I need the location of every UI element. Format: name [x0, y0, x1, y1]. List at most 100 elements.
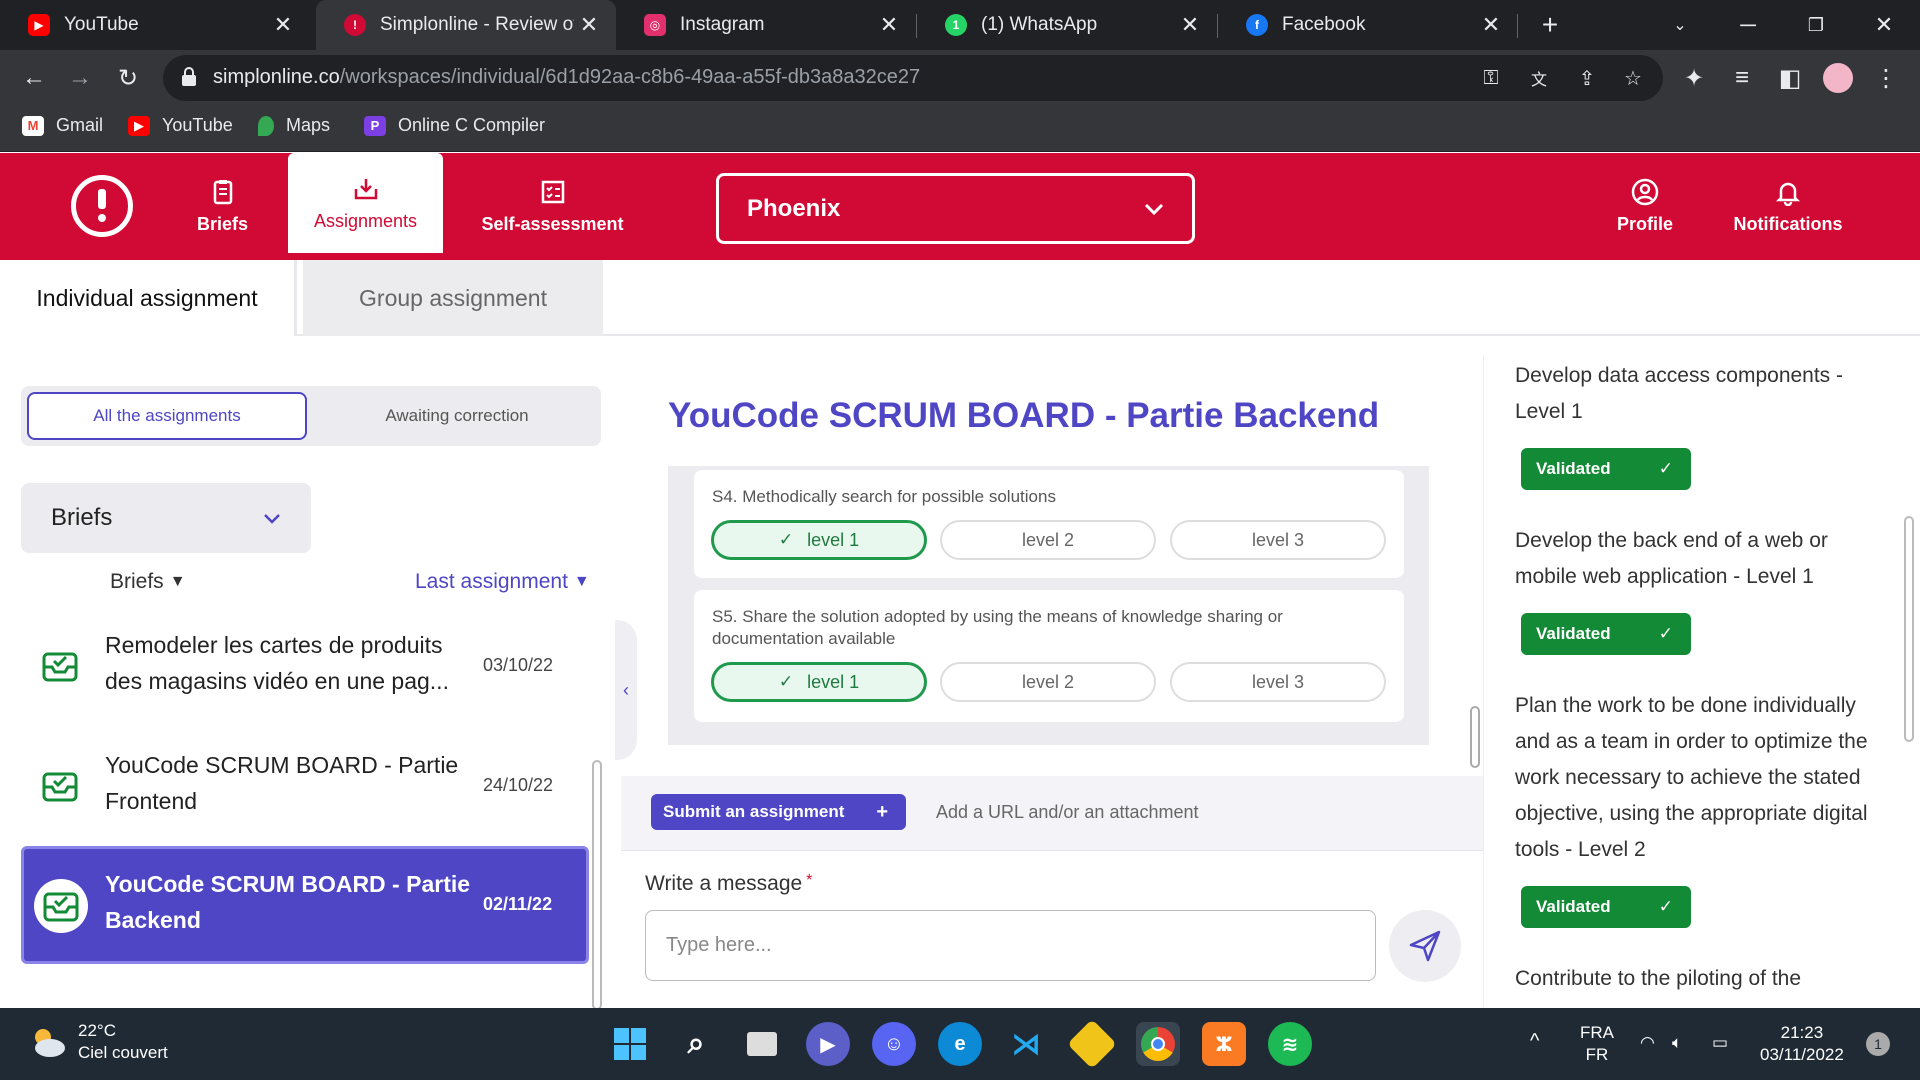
level-1-option[interactable]: ✓ level 1	[711, 662, 927, 702]
promotion-select[interactable]: Phoenix	[716, 173, 1195, 244]
clipboard-icon	[213, 180, 232, 205]
bookmark-maps[interactable]: Maps	[258, 115, 330, 136]
bookmark-online-c-compiler[interactable]: P Online C Compiler	[364, 115, 545, 136]
tab-search-icon[interactable]: ⌄	[1650, 0, 1710, 50]
close-tab-icon[interactable]: ✕	[1476, 12, 1506, 38]
simplonline-logo[interactable]	[71, 175, 133, 237]
notification-count-badge[interactable]: 1	[1866, 1032, 1890, 1056]
level-2-option[interactable]: level 2	[940, 520, 1156, 560]
list-item[interactable]: YouCode SCRUM BOARD - Partie Frontend 24…	[21, 727, 589, 845]
language-indicator[interactable]: FRA FR	[1580, 1022, 1614, 1066]
close-window-icon[interactable]: ✕	[1854, 0, 1914, 50]
back-icon[interactable]: ←	[14, 58, 54, 98]
chrome-icon[interactable]	[1136, 1022, 1180, 1066]
share-icon[interactable]: ⇪	[1569, 63, 1605, 93]
chevron-up-icon[interactable]: ^	[1530, 1030, 1539, 1052]
wifi-icon[interactable]: ◠	[1640, 1032, 1655, 1054]
skill-text: Develop the back end of a web or mobile …	[1515, 529, 1828, 588]
skill-text: Plan the work to be done individually an…	[1515, 694, 1868, 861]
list-item[interactable]: Remodeler les cartes de produits des mag…	[21, 607, 589, 725]
search-icon[interactable]: ⌕	[674, 1022, 718, 1066]
level-2-option[interactable]: level 2	[940, 662, 1156, 702]
message-input[interactable]	[645, 910, 1376, 981]
submit-assignment-button[interactable]: Submit an assignment +	[651, 794, 906, 830]
collapse-panel-button[interactable]: ‹	[615, 620, 637, 760]
taskbar: 22°C Ciel couvert ⌕ ▶ ☺ e ⋊ ⵣ ≋ ^ FRA FR …	[0, 1008, 1920, 1080]
check-icon: ✓	[1658, 459, 1673, 478]
bookmarks-bar: M Gmail ▶ YouTube Maps P Online C Compil…	[0, 106, 1920, 152]
browser-tab-whatsapp[interactable]: 1 (1) WhatsApp ✕	[917, 0, 1217, 50]
filter-all-assignments[interactable]: All the assignments	[27, 392, 307, 440]
criterion-card: S5. Share the solution adopted by using …	[694, 590, 1404, 722]
reload-icon[interactable]: ↻	[108, 58, 148, 98]
spotify-icon[interactable]: ≋	[1268, 1022, 1312, 1066]
send-button[interactable]	[1389, 910, 1461, 982]
windows-start-icon[interactable]	[608, 1022, 652, 1066]
sort-last-assignment[interactable]: Last assignment ▼	[415, 570, 590, 594]
level-3-option[interactable]: level 3	[1170, 662, 1386, 702]
list-item-selected[interactable]: YouCode SCRUM BOARD - Partie Backend 02/…	[21, 846, 589, 964]
minimize-icon[interactable]: ─	[1718, 0, 1778, 50]
address-bar[interactable]: simplonline.co/workspaces/individual/6d1…	[163, 55, 1663, 101]
task-view-icon[interactable]	[740, 1022, 784, 1066]
avatar[interactable]	[1818, 58, 1858, 98]
new-tab-icon[interactable]: +	[1520, 0, 1580, 50]
scrollbar[interactable]	[1904, 516, 1914, 742]
assignment-inbox-icon	[42, 772, 78, 802]
extensions-icon[interactable]: ✦	[1674, 58, 1714, 98]
facebook-icon: f	[1246, 14, 1268, 36]
nav-profile[interactable]: Profile	[1612, 153, 1678, 260]
send-icon	[1409, 930, 1441, 962]
reading-list-icon[interactable]: ≡	[1722, 58, 1762, 98]
close-tab-icon[interactable]: ✕	[874, 12, 904, 38]
key-icon[interactable]: ⚿	[1473, 63, 1509, 93]
scrollbar[interactable]	[1470, 706, 1480, 768]
forward-icon[interactable]: →	[60, 58, 100, 98]
brief-title: YouCode SCRUM BOARD - Partie Backend	[668, 396, 1380, 435]
clock[interactable]: 21:23 03/11/2022	[1760, 1022, 1844, 1066]
restore-icon[interactable]: ❐	[1786, 0, 1846, 50]
translate-icon[interactable]: 文	[1521, 63, 1557, 93]
bookmark-star-icon[interactable]: ☆	[1615, 63, 1651, 93]
nav-briefs[interactable]: Briefs	[180, 153, 265, 260]
browser-tab-instagram[interactable]: ◎ Instagram ✕	[616, 0, 916, 50]
close-tab-icon[interactable]: ✕	[574, 12, 604, 38]
simplonline-icon: !	[344, 14, 366, 36]
nav-assignments[interactable]: Assignments	[288, 153, 443, 253]
battery-icon[interactable]: ▭	[1712, 1032, 1728, 1054]
side-panel-icon[interactable]: ◧	[1770, 58, 1810, 98]
edge-icon[interactable]: e	[938, 1022, 982, 1066]
browser-tab-youtube[interactable]: ▶ YouTube ✕	[0, 0, 310, 50]
weather-widget[interactable]: 22°C Ciel couvert	[28, 1020, 168, 1064]
nav-self-assessment[interactable]: Self-assessment	[480, 153, 625, 260]
volume-icon[interactable]: 🔈︎	[1672, 1032, 1682, 1054]
level-1-option[interactable]: ✓ level 1	[711, 520, 927, 560]
teams-chat-icon[interactable]: ▶	[806, 1022, 850, 1066]
scrollbar[interactable]	[592, 760, 602, 1010]
close-tab-icon[interactable]: ✕	[268, 12, 298, 38]
discord-icon[interactable]: ☺	[872, 1022, 916, 1066]
vscode-icon[interactable]: ⋊	[1004, 1022, 1048, 1066]
close-tab-icon[interactable]: ✕	[1175, 12, 1205, 38]
filter-awaiting-correction[interactable]: Awaiting correction	[317, 392, 597, 440]
git-icon[interactable]	[1067, 1019, 1117, 1069]
bookmark-youtube[interactable]: ▶ YouTube	[128, 115, 233, 136]
level-3-option[interactable]: level 3	[1170, 520, 1386, 560]
bookmark-gmail[interactable]: M Gmail	[22, 115, 103, 136]
xampp-icon[interactable]: ⵣ	[1202, 1022, 1246, 1066]
chevron-left-icon: ‹	[623, 679, 629, 700]
url-text: simplonline.co/workspaces/individual/6d1…	[213, 66, 921, 88]
nav-notifications[interactable]: Notifications	[1730, 153, 1846, 260]
skill-text: Develop data access components - Level 1	[1515, 364, 1844, 423]
menu-icon[interactable]: ⋮	[1866, 58, 1906, 98]
check-icon: ✓	[1658, 897, 1673, 916]
add-attachment-hint: Add a URL and/or an attachment	[936, 802, 1199, 822]
tab-individual-assignment[interactable]: Individual assignment	[0, 260, 297, 336]
criterion-card: S4. Methodically search for possible sol…	[694, 470, 1404, 578]
browser-tab-facebook[interactable]: f Facebook ✕	[1218, 0, 1518, 50]
assignment-inbox-icon	[42, 652, 78, 682]
browser-tab-simplonline[interactable]: ! Simplonline - Review of Yo ✕	[316, 0, 616, 50]
sort-briefs[interactable]: Briefs ▼	[110, 570, 186, 594]
tab-group-assignment[interactable]: Group assignment	[303, 260, 603, 336]
briefs-dropdown[interactable]: Briefs	[21, 483, 311, 553]
